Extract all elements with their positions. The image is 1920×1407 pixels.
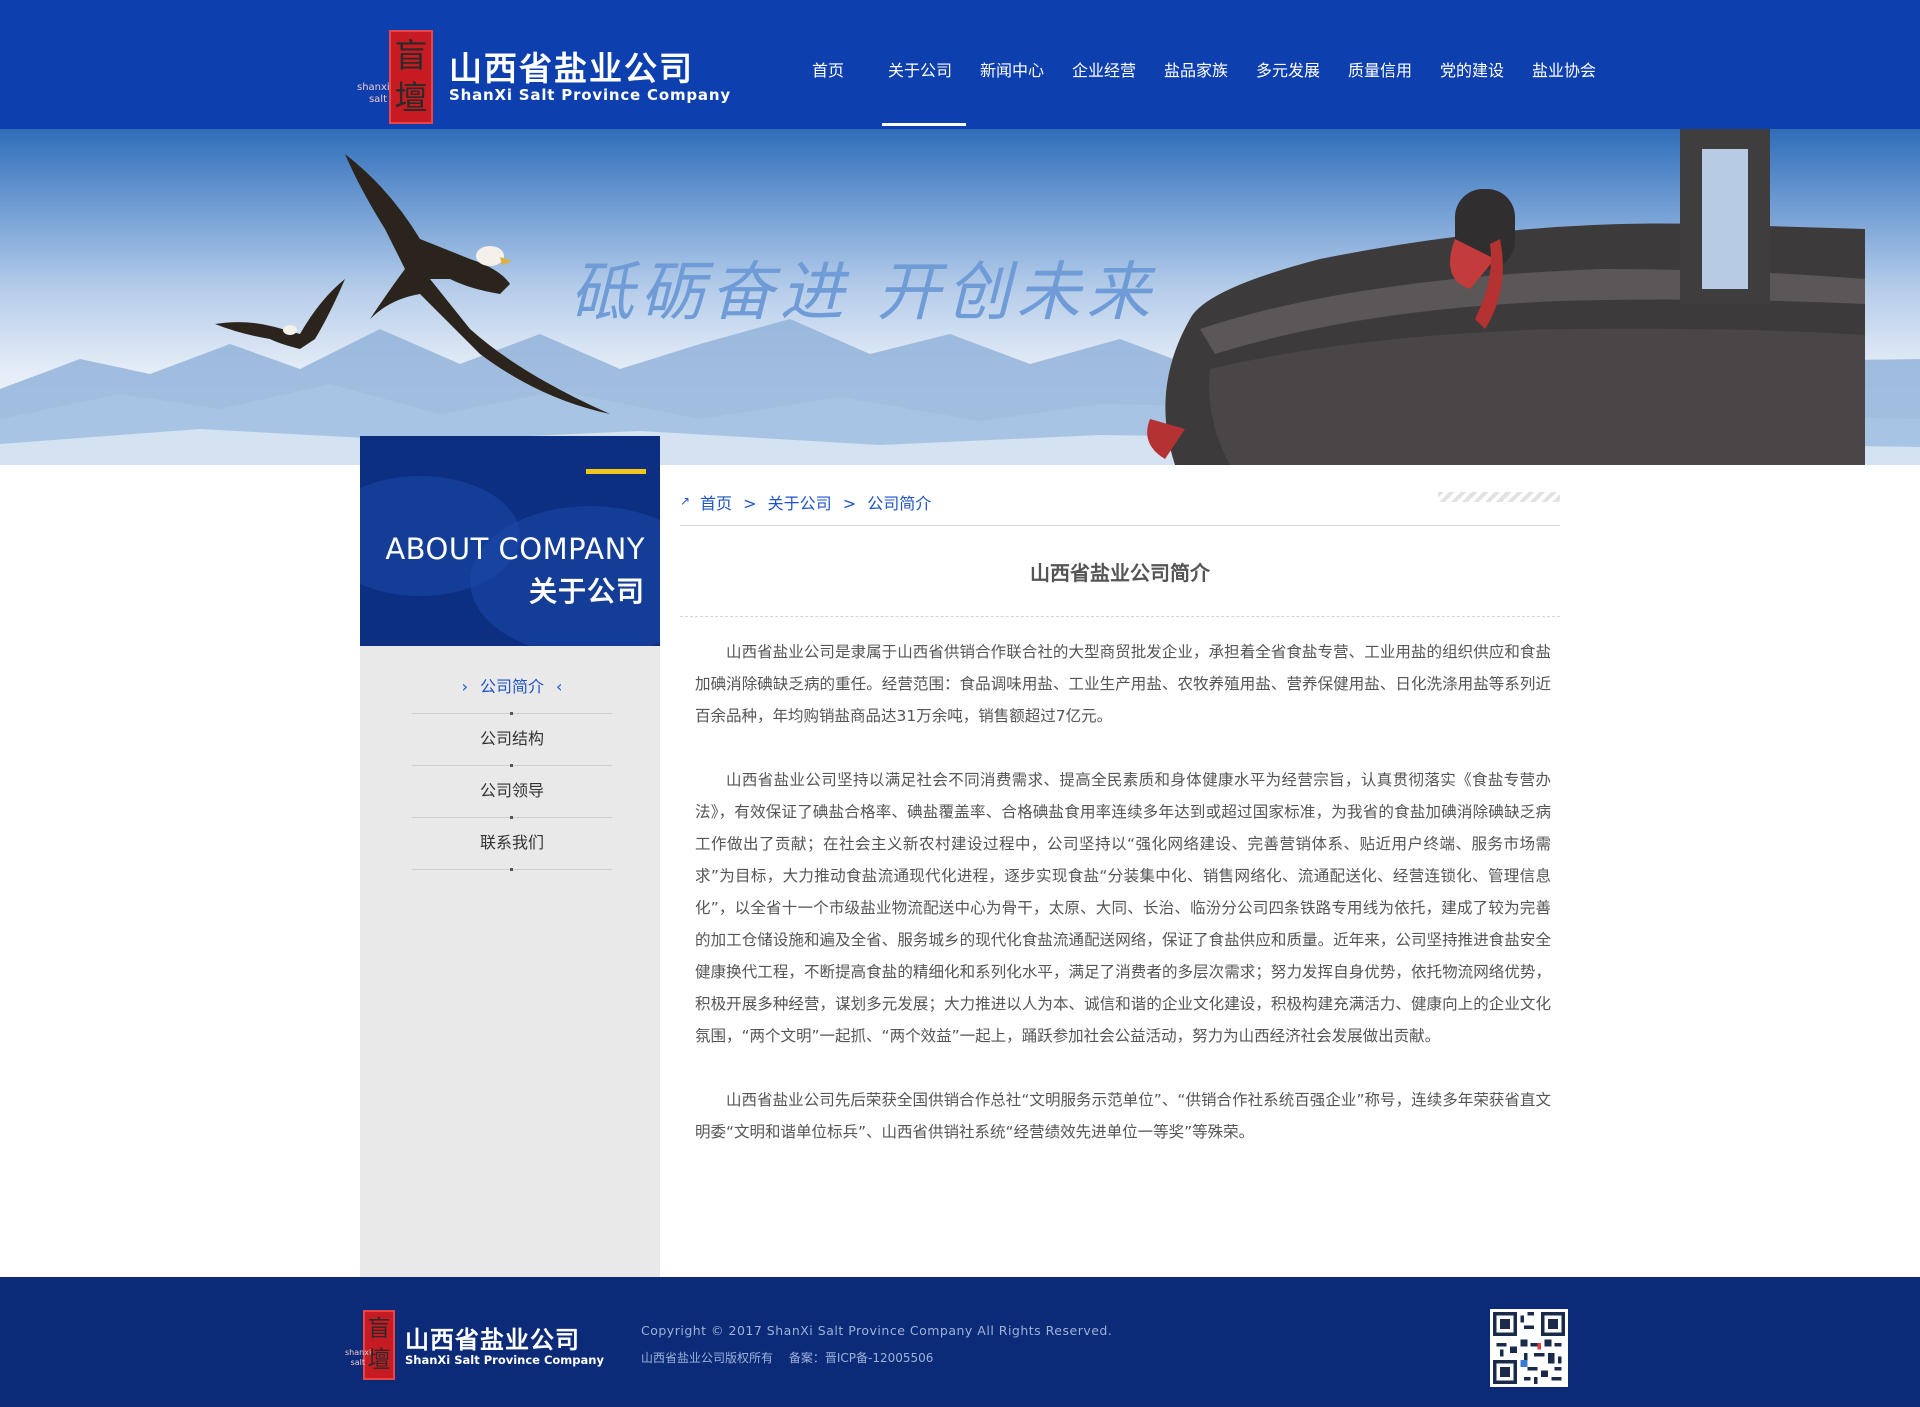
nav-item-business[interactable]: 企业经营 [1058,0,1150,129]
breadcrumb-trail: 首页 > 关于公司 > 公司简介 [700,490,937,514]
nav-item-about[interactable]: 关于公司 [874,0,966,129]
eagle-small-icon [215,279,345,349]
sidebar-item-leadership[interactable]: 公司领导 [412,766,612,819]
logo-seal-small-text: shanxi salt [357,82,390,105]
sidebar-menu: › 公司简介 ‹ 公司结构 公司领导 联系我们 [412,662,612,871]
footer-logo-en: ShanXi Salt Province Company [405,1353,604,1367]
hero-banner: 砥砺奋进 开创未来 [0,129,1920,465]
breadcrumb-separator: > [743,494,757,513]
sidebar-item-label: 联系我们 [479,833,544,852]
sidebar-item-structure[interactable]: 公司结构 [412,714,612,767]
footer-icp: 山西省盐业公司版权所有 备案：晋ICP备-12005506 [641,1349,933,1366]
footer-copyright: Copyright © 2017 ShanXi Salt Province Co… [641,1323,1113,1338]
sidebar: ABOUT COMPANY 关于公司 › 公司简介 ‹ 公司结构 公司领导 联系我们 [360,436,660,1277]
site-footer: 盲 壇 shanxi salt 山西省盐业公司 ShanXi Salt Prov… [0,1277,1920,1407]
nav-item-products[interactable]: 盐品家族 [1150,0,1242,129]
ding-vessel-icon [1147,129,1865,465]
accent-bar [586,469,646,474]
breadcrumb-about[interactable]: 关于公司 [768,494,832,513]
sidebar-item-label: 公司领导 [479,781,544,800]
chevron-left-icon: ‹ [556,677,563,696]
site-header: 盲 壇 shanxi salt 山西省盐业公司 ShanXi Salt Prov… [0,0,1920,129]
nav-item-party[interactable]: 党的建设 [1426,0,1518,129]
article-paragraph: 山西省盐业公司先后荣获全国供销合作总社“文明服务示范单位”、“供销合作社系统百强… [695,1091,1551,1141]
logo-title-cn: 山西省盐业公司 [449,49,694,88]
footer-icp-number[interactable]: 备案：晋ICP备-12005506 [789,1351,934,1365]
footer-seal-small-text: shanxi salt [345,1348,372,1367]
footer-seal-icon: 盲 壇 [363,1310,395,1380]
logo-seal-icon: 盲 壇 [389,30,433,124]
nav-item-news[interactable]: 新闻中心 [966,0,1058,129]
site-logo[interactable]: 盲 壇 shanxi salt 山西省盐业公司 ShanXi Salt Prov… [357,26,737,124]
sidebar-header: ABOUT COMPANY 关于公司 [360,436,660,646]
qr-code-icon [1490,1309,1568,1387]
logo-title-en: ShanXi Salt Province Company [449,86,731,104]
banner-slogan: 砥砺奋进 开创未来 [570,256,1156,330]
sidebar-title-en: ABOUT COMPANY [385,532,645,566]
sidebar-item-contact[interactable]: 联系我们 [412,818,612,871]
nav-item-association[interactable]: 盐业协会 [1518,0,1610,129]
sidebar-title-cn: 关于公司 [528,575,645,608]
article-paragraph: 山西省盐业公司坚持以满足社会不同消费需求、提高全民素质和身体健康水平为经营宗旨，… [695,771,1551,1045]
breadcrumb-separator: > [842,494,857,513]
breadcrumb: ↗ 首页 > 关于公司 > 公司简介 [680,486,1560,526]
breadcrumb-current[interactable]: 公司简介 [867,494,931,513]
footer-logo[interactable]: 盲 壇 shanxi salt 山西省盐业公司 ShanXi Salt Prov… [345,1310,625,1380]
article-body: 山西省盐业公司是隶属于山西省供销合作联合社的大型商贸批发企业，承担着全省食盐专营… [695,636,1551,1180]
main-nav: 首页 关于公司 新闻中心 企业经营 盐品家族 多元发展 质量信用 党的建设 盐业… [782,0,1610,129]
banner-scenery: 砥砺奋进 开创未来 [0,129,1920,465]
chevron-right-icon: › [461,677,468,696]
article-paragraph: 山西省盐业公司是隶属于山西省供销合作联合社的大型商贸批发企业，承担着全省食盐专营… [695,643,1551,725]
nav-item-home[interactable]: 首页 [782,0,874,129]
location-icon: ↗ [680,494,691,508]
nav-item-quality[interactable]: 质量信用 [1334,0,1426,129]
breadcrumb-home[interactable]: 首页 [700,494,732,513]
nav-item-diversification[interactable]: 多元发展 [1242,0,1334,129]
sidebar-item-label: 公司结构 [479,729,544,748]
article-title: 山西省盐业公司简介 [680,557,1560,617]
sidebar-item-profile[interactable]: › 公司简介 ‹ [412,662,612,715]
stripes-decoration [1438,492,1560,502]
sidebar-item-label: 公司简介 [479,677,544,696]
footer-logo-cn: 山西省盐业公司 [405,1326,580,1354]
footer-rights: 山西省盐业公司版权所有 [641,1351,774,1365]
